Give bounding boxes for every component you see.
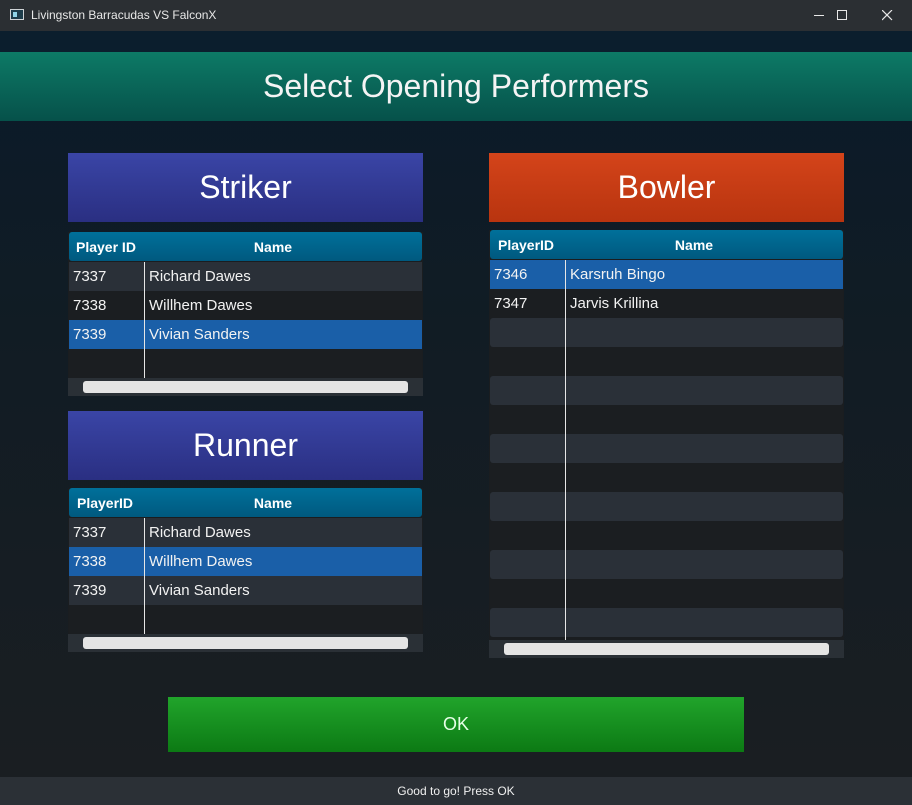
bowler-table[interactable]: PlayerID Name 7346 Karsruh Bingo 7347 Ja… — [489, 230, 844, 658]
player-id-cell: 7346 — [494, 266, 528, 283]
maximize-button[interactable] — [819, 0, 865, 31]
maximize-icon — [836, 10, 847, 20]
player-id-cell: 7339 — [73, 582, 107, 599]
bowler-heading: Bowler — [489, 153, 844, 222]
page-header: Select Opening Performers — [0, 52, 912, 121]
player-name-cell: Vivian Sanders — [149, 326, 250, 343]
player-name-cell: Karsruh Bingo — [570, 266, 666, 283]
empty-row — [490, 376, 843, 405]
ok-button[interactable]: OK — [168, 697, 744, 752]
runner-table[interactable]: PlayerID Name 7337 Richard Dawes 7338 Wi… — [68, 488, 423, 652]
bowler-row-selected[interactable]: 7346 Karsruh Bingo — [490, 260, 843, 289]
bowler-row[interactable]: 7347 Jarvis Krillina — [490, 289, 843, 318]
column-divider — [144, 262, 145, 378]
empty-row — [490, 521, 843, 550]
empty-row — [69, 605, 422, 634]
bowler-table-header: PlayerID Name — [490, 230, 843, 259]
player-name-cell: Willhem Dawes — [149, 553, 253, 570]
column-divider — [144, 518, 145, 634]
player-name-cell: Richard Dawes — [149, 524, 251, 541]
empty-row — [69, 349, 422, 378]
striker-horizontal-scrollbar[interactable] — [68, 378, 423, 396]
close-icon — [881, 10, 892, 21]
runner-heading: Runner — [68, 411, 423, 480]
empty-row — [490, 318, 843, 347]
title-bar: Livingston Barracudas VS FalconX — [0, 0, 912, 31]
empty-row — [490, 492, 843, 521]
striker-row[interactable]: 7337 Richard Dawes — [69, 262, 422, 291]
runner-horizontal-scrollbar[interactable] — [68, 634, 423, 652]
page-title: Select Opening Performers — [263, 68, 649, 104]
scrollbar-thumb[interactable] — [83, 381, 408, 393]
bowler-column-id[interactable]: PlayerID — [490, 237, 565, 253]
empty-row — [490, 405, 843, 434]
scrollbar-thumb[interactable] — [83, 637, 408, 649]
player-id-cell: 7347 — [494, 295, 528, 312]
striker-table[interactable]: Player ID Name 7337 Richard Dawes 7338 W… — [68, 232, 423, 396]
empty-row — [490, 550, 843, 579]
bowler-column-name[interactable]: Name — [565, 237, 843, 253]
status-bar: Good to go! Press OK — [0, 777, 912, 805]
column-divider — [565, 260, 566, 640]
empty-row — [490, 463, 843, 492]
player-name-cell: Willhem Dawes — [149, 297, 253, 314]
player-name-cell: Jarvis Krillina — [570, 295, 659, 312]
player-id-cell: 7338 — [73, 553, 107, 570]
player-name-cell: Vivian Sanders — [149, 582, 250, 599]
top-strip — [0, 31, 912, 52]
striker-row[interactable]: 7338 Willhem Dawes — [69, 291, 422, 320]
striker-column-name[interactable]: Name — [144, 239, 422, 255]
player-name-cell: Richard Dawes — [149, 268, 251, 285]
runner-row-selected[interactable]: 7338 Willhem Dawes — [69, 547, 422, 576]
empty-row — [490, 434, 843, 463]
close-button[interactable] — [864, 0, 910, 31]
empty-row — [490, 608, 843, 637]
striker-row-selected[interactable]: 7339 Vivian Sanders — [69, 320, 422, 349]
striker-table-header: Player ID Name — [69, 232, 422, 261]
striker-column-id[interactable]: Player ID — [69, 239, 144, 255]
player-id-cell: 7339 — [73, 326, 107, 343]
player-id-cell: 7338 — [73, 297, 107, 314]
striker-heading: Striker — [68, 153, 423, 222]
runner-column-name[interactable]: Name — [144, 495, 422, 511]
window-title: Livingston Barracudas VS FalconX — [31, 8, 217, 22]
player-id-cell: 7337 — [73, 268, 107, 285]
player-id-cell: 7337 — [73, 524, 107, 541]
runner-column-id[interactable]: PlayerID — [69, 495, 144, 511]
status-text: Good to go! Press OK — [397, 784, 515, 798]
runner-row[interactable]: 7339 Vivian Sanders — [69, 576, 422, 605]
runner-table-header: PlayerID Name — [69, 488, 422, 517]
app-window-icon — [10, 9, 24, 20]
main-content: Select Opening Performers Striker Player… — [0, 31, 912, 777]
bowler-horizontal-scrollbar[interactable] — [489, 640, 844, 658]
scrollbar-thumb[interactable] — [504, 643, 829, 655]
empty-row — [490, 579, 843, 608]
runner-row[interactable]: 7337 Richard Dawes — [69, 518, 422, 547]
empty-row — [490, 347, 843, 376]
